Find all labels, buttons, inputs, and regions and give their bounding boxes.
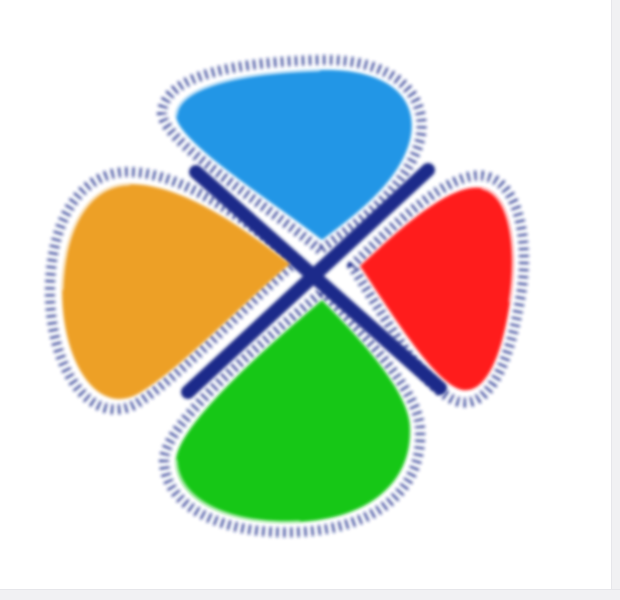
app-icon-viewport (0, 0, 620, 600)
window-right-edge (611, 0, 620, 600)
window-bottom-edge (0, 589, 620, 600)
pinwheel-logo-icon (0, 0, 620, 600)
